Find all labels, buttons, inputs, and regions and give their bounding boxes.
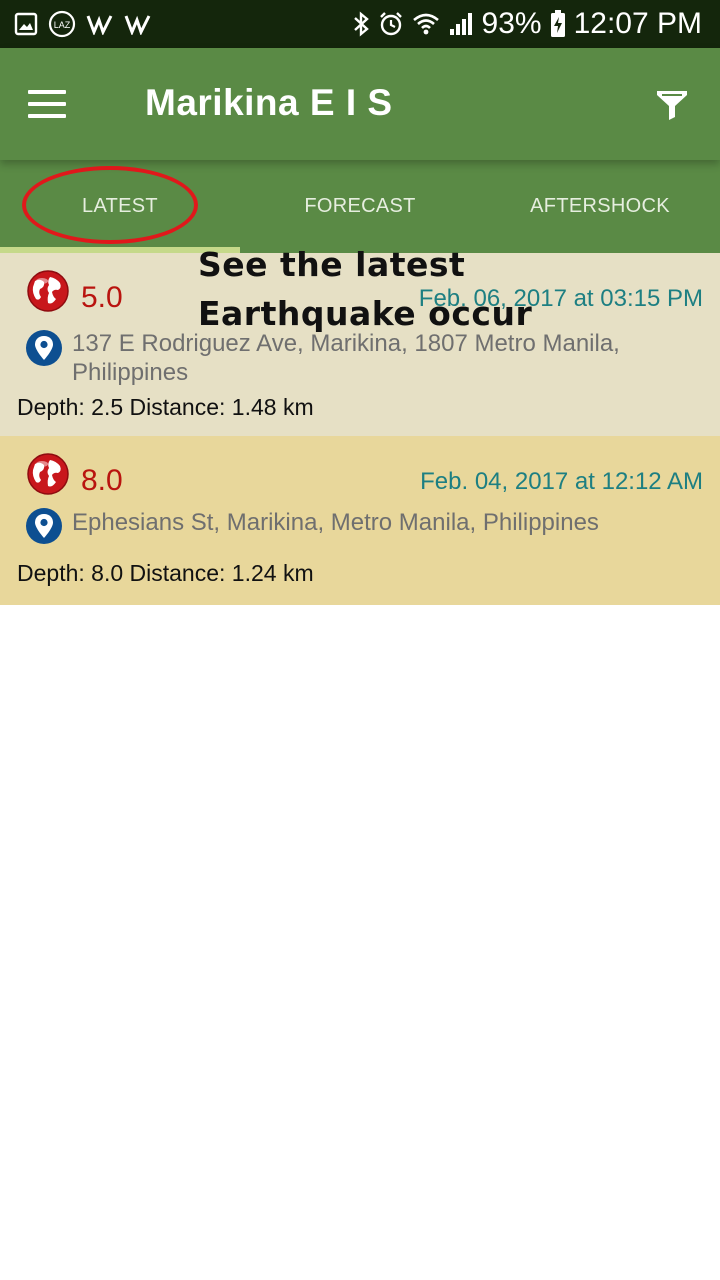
signal-icon [448, 11, 474, 37]
tab-bar: LATEST FORECAST AFTERSHOCK [0, 160, 720, 253]
globe-icon [26, 452, 70, 496]
tab-latest[interactable]: LATEST [0, 160, 240, 253]
quake-address: 137 E Rodriguez Ave, Marikina, 1807 Metr… [72, 330, 620, 386]
w-icon [86, 13, 114, 35]
battery-percent: 93% [481, 7, 542, 40]
quake-date: Feb. 04, 2017 at 12:12 AM [420, 468, 703, 495]
notification-icons: LAZ [14, 10, 152, 38]
hamburger-menu-icon[interactable] [26, 86, 70, 122]
quake-details: Depth: 8.0 Distance: 1.24 km [17, 560, 314, 586]
filter-icon[interactable] [654, 86, 690, 122]
list-item[interactable]: 8.0 Feb. 04, 2017 at 12:12 AM Ephesians … [0, 436, 720, 605]
earthquake-list: 5.0 Feb. 06, 2017 at 03:15 PM 137 E Rodr… [0, 253, 720, 605]
clock: 12:07 PM [573, 7, 702, 40]
bluetooth-icon [352, 11, 370, 37]
wifi-icon [412, 11, 440, 37]
w-icon [124, 13, 152, 35]
location-pin-icon [25, 507, 63, 545]
location-pin-icon [25, 329, 63, 367]
alarm-icon [378, 11, 404, 37]
laz-icon: LAZ [48, 10, 76, 38]
globe-icon [26, 269, 70, 313]
app-title: Marikina E I S [145, 82, 393, 123]
magnitude: 8.0 [81, 464, 123, 497]
svg-text:LAZ: LAZ [54, 20, 71, 30]
status-bar: LAZ 93% 12:07 PM [0, 0, 720, 48]
system-icons: 93% 12:07 PM [352, 6, 702, 42]
tab-aftershock[interactable]: AFTERSHOCK [480, 160, 720, 253]
quake-address: Ephesians St, Marikina, Metro Manila, Ph… [72, 509, 599, 536]
quake-date: Feb. 06, 2017 at 03:15 PM [418, 285, 703, 312]
quake-details: Depth: 2.5 Distance: 1.48 km [17, 394, 314, 420]
image-icon [14, 12, 38, 36]
battery-charging-icon [550, 10, 566, 38]
tab-forecast[interactable]: FORECAST [240, 160, 480, 253]
app-bar: Marikina E I S [0, 48, 720, 160]
magnitude: 5.0 [81, 281, 123, 314]
list-item[interactable]: 5.0 Feb. 06, 2017 at 03:15 PM 137 E Rodr… [0, 253, 720, 436]
